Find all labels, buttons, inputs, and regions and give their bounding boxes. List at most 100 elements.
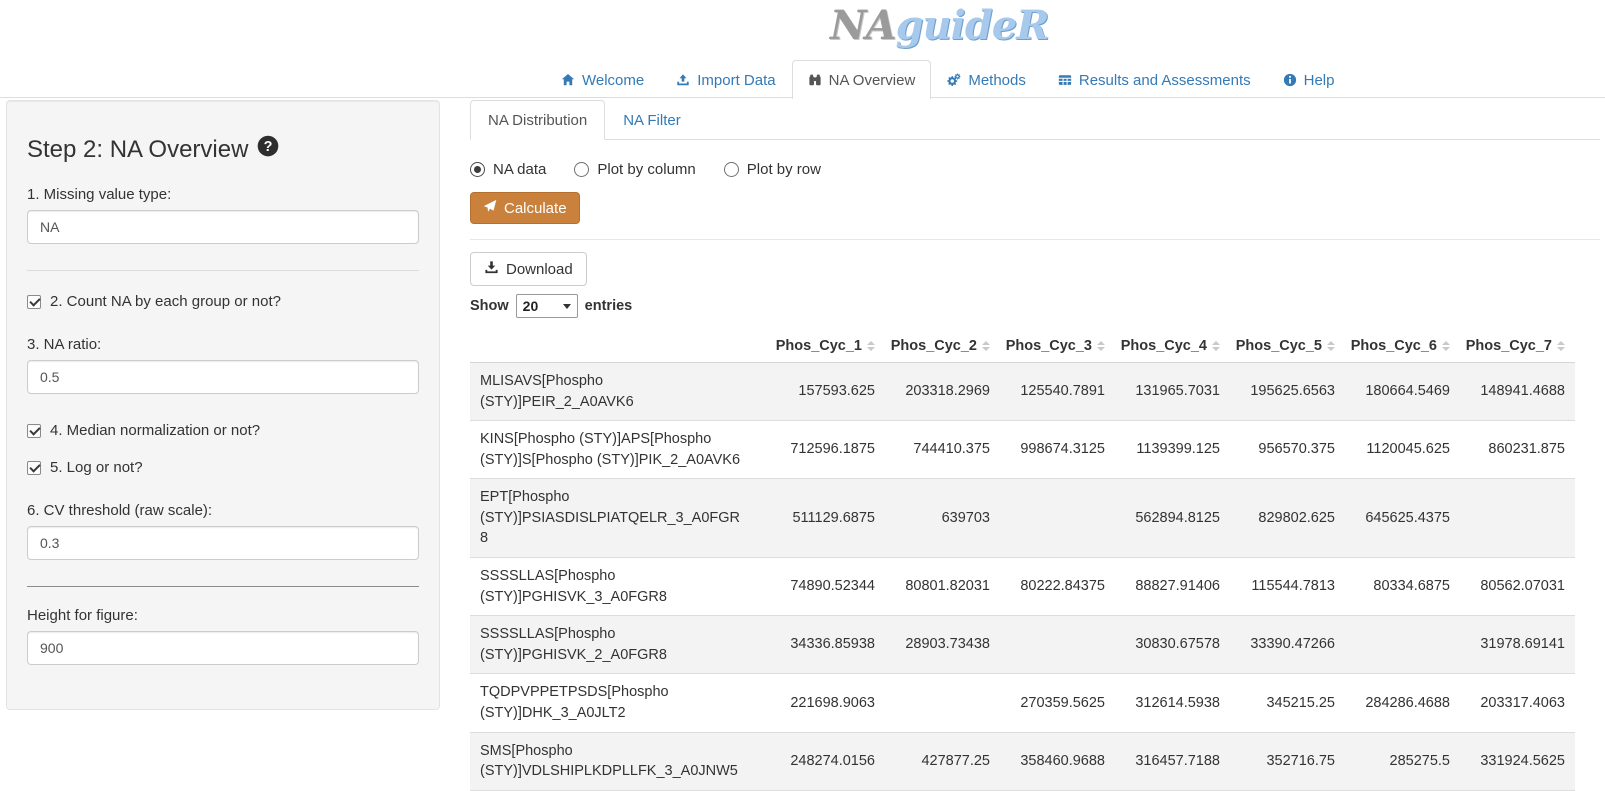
- entries-select[interactable]: 20: [516, 294, 578, 318]
- radio-circle[interactable]: [470, 162, 485, 177]
- sort-icon: [982, 341, 990, 351]
- count-na-checkbox-row[interactable]: 2. Count NA by each group or not?: [27, 293, 419, 310]
- subtab-na-distribution[interactable]: NA Distribution: [470, 100, 605, 140]
- column-header-label: Phos_Cyc_3: [1006, 338, 1092, 354]
- log-label: 5. Log or not?: [50, 459, 143, 476]
- value-cell: 345215.25: [1230, 674, 1345, 732]
- divider: [27, 270, 419, 271]
- radio-label: Plot by column: [597, 161, 695, 178]
- column-header-phos-cyc-5[interactable]: Phos_Cyc_5: [1230, 330, 1345, 363]
- column-header-label: Phos_Cyc_2: [891, 338, 977, 354]
- missing-value-input[interactable]: [27, 210, 419, 244]
- value-cell: 195625.6563: [1230, 363, 1345, 421]
- column-header-phos-cyc-4[interactable]: Phos_Cyc_4: [1115, 330, 1230, 363]
- value-cell: 285275.5: [1345, 732, 1460, 790]
- value-cell: 358460.9688: [1000, 732, 1115, 790]
- radio-circle[interactable]: [724, 162, 739, 177]
- calculate-button[interactable]: Calculate: [470, 192, 580, 224]
- column-header-label: Phos_Cyc_6: [1351, 338, 1437, 354]
- calculate-label: Calculate: [504, 200, 567, 217]
- nav-tab-label: Welcome: [582, 72, 644, 89]
- na-ratio-label: 3. NA ratio:: [27, 336, 419, 353]
- table-body: MLISAVS[Phospho (STY)]PEIR_2_A0AVK615759…: [470, 363, 1575, 791]
- app-logo-na: NA: [830, 2, 896, 49]
- count-na-checkbox[interactable]: [27, 295, 41, 309]
- step-title: Step 2: NA Overview ?: [27, 135, 419, 164]
- value-cell: 157593.625: [770, 363, 885, 421]
- subtab-na-filter[interactable]: NA Filter: [605, 100, 699, 140]
- value-cell: 744410.375: [885, 421, 1000, 479]
- sort-icon: [867, 341, 875, 351]
- value-cell: 829802.625: [1230, 479, 1345, 558]
- value-cell: 33390.47266: [1230, 616, 1345, 674]
- radio-label: Plot by row: [747, 161, 821, 178]
- value-cell: 74890.52344: [770, 558, 885, 616]
- value-cell: [885, 674, 1000, 732]
- column-header-phos-cyc-3[interactable]: Phos_Cyc_3: [1000, 330, 1115, 363]
- value-cell: 203317.4063: [1460, 674, 1575, 732]
- divider: [470, 239, 1600, 240]
- radio-na-data[interactable]: NA data: [470, 161, 546, 178]
- value-cell: 148941.4688: [1460, 363, 1575, 421]
- row-name-cell: TQDPVPPETPSDS[Phospho (STY)]DHK_3_A0JLT2: [470, 674, 770, 732]
- download-button[interactable]: Download: [470, 252, 587, 286]
- column-header-label: Phos_Cyc_7: [1466, 338, 1552, 354]
- value-cell: [1460, 479, 1575, 558]
- value-cell: 115544.7813: [1230, 558, 1345, 616]
- log-checkbox[interactable]: [27, 461, 41, 475]
- cv-threshold-input[interactable]: [27, 526, 419, 560]
- value-cell: [1345, 616, 1460, 674]
- column-header-phos-cyc-1[interactable]: Phos_Cyc_1: [770, 330, 885, 363]
- radio-circle[interactable]: [574, 162, 589, 177]
- value-cell: 34336.85938: [770, 616, 885, 674]
- missing-value-label: 1. Missing value type:: [27, 186, 419, 203]
- column-header-label: Phos_Cyc_5: [1236, 338, 1322, 354]
- nav-tab-import-data[interactable]: Import Data: [660, 60, 791, 99]
- log-checkbox-row[interactable]: 5. Log or not?: [27, 459, 419, 476]
- svg-text:?: ?: [264, 139, 273, 155]
- nav-tab-methods[interactable]: Methods: [931, 60, 1042, 99]
- table-icon: [1058, 73, 1072, 87]
- radio-label: NA data: [493, 161, 546, 178]
- nav-tab-results-and-assessments[interactable]: Results and Assessments: [1042, 60, 1267, 99]
- value-cell: 712596.1875: [770, 421, 885, 479]
- download-label: Download: [506, 261, 573, 278]
- column-header-phos-cyc-2[interactable]: Phos_Cyc_2: [885, 330, 1000, 363]
- table-row: KINS[Phospho (STY)]APS[Phospho (STY)]S[P…: [470, 421, 1575, 479]
- value-cell: 639703: [885, 479, 1000, 558]
- info-circle-icon: [1283, 73, 1297, 87]
- nav-tab-na-overview[interactable]: NA Overview: [792, 60, 932, 99]
- value-cell: 1139399.125: [1115, 421, 1230, 479]
- na-data-table: Phos_Cyc_1 Phos_Cyc_2 Phos_Cyc_3 Phos_Cyc_4…: [470, 330, 1575, 791]
- value-cell: 1120045.625: [1345, 421, 1460, 479]
- main-panel: NA DistributionNA Filter NA data Plot by …: [470, 100, 1600, 791]
- value-cell: 180664.5469: [1345, 363, 1460, 421]
- column-header-phos-cyc-7[interactable]: Phos_Cyc_7: [1460, 330, 1575, 363]
- median-label: 4. Median normalization or not?: [50, 422, 260, 439]
- value-cell: 31978.69141: [1460, 616, 1575, 674]
- table-corner-header: [470, 330, 770, 363]
- column-header-phos-cyc-6[interactable]: Phos_Cyc_6: [1345, 330, 1460, 363]
- count-na-label: 2. Count NA by each group or not?: [50, 293, 281, 310]
- sort-icon: [1442, 341, 1450, 351]
- sort-icon: [1327, 341, 1335, 351]
- nav-tab-help[interactable]: Help: [1267, 60, 1351, 99]
- row-name-cell: KINS[Phospho (STY)]APS[Phospho (STY)]S[P…: [470, 421, 770, 479]
- value-cell: 284286.4688: [1345, 674, 1460, 732]
- cv-threshold-label: 6. CV threshold (raw scale):: [27, 502, 419, 519]
- main-nav: Welcome Import DataNA OverviewMethodsResu…: [0, 60, 1605, 98]
- table-row: SSSSLLAS[Phospho (STY)]PGHISVK_2_A0FGR83…: [470, 616, 1575, 674]
- na-ratio-input[interactable]: [27, 360, 419, 394]
- row-name-cell: SMS[Phospho (STY)]VDLSHIPLKDPLLFK_3_A0JN…: [470, 732, 770, 790]
- radio-plot-by-column[interactable]: Plot by column: [574, 161, 695, 178]
- value-cell: 80562.07031: [1460, 558, 1575, 616]
- table-row: MLISAVS[Phospho (STY)]PEIR_2_A0AVK615759…: [470, 363, 1575, 421]
- table-row: SSSSLLAS[Phospho (STY)]PGHISVK_3_A0FGR87…: [470, 558, 1575, 616]
- nav-tab-welcome[interactable]: Welcome: [545, 60, 660, 99]
- figure-height-input[interactable]: [27, 631, 419, 665]
- value-cell: 125540.7891: [1000, 363, 1115, 421]
- radio-plot-by-row[interactable]: Plot by row: [724, 161, 821, 178]
- show-label: Show: [470, 298, 509, 314]
- median-checkbox-row[interactable]: 4. Median normalization or not?: [27, 422, 419, 439]
- median-checkbox[interactable]: [27, 424, 41, 438]
